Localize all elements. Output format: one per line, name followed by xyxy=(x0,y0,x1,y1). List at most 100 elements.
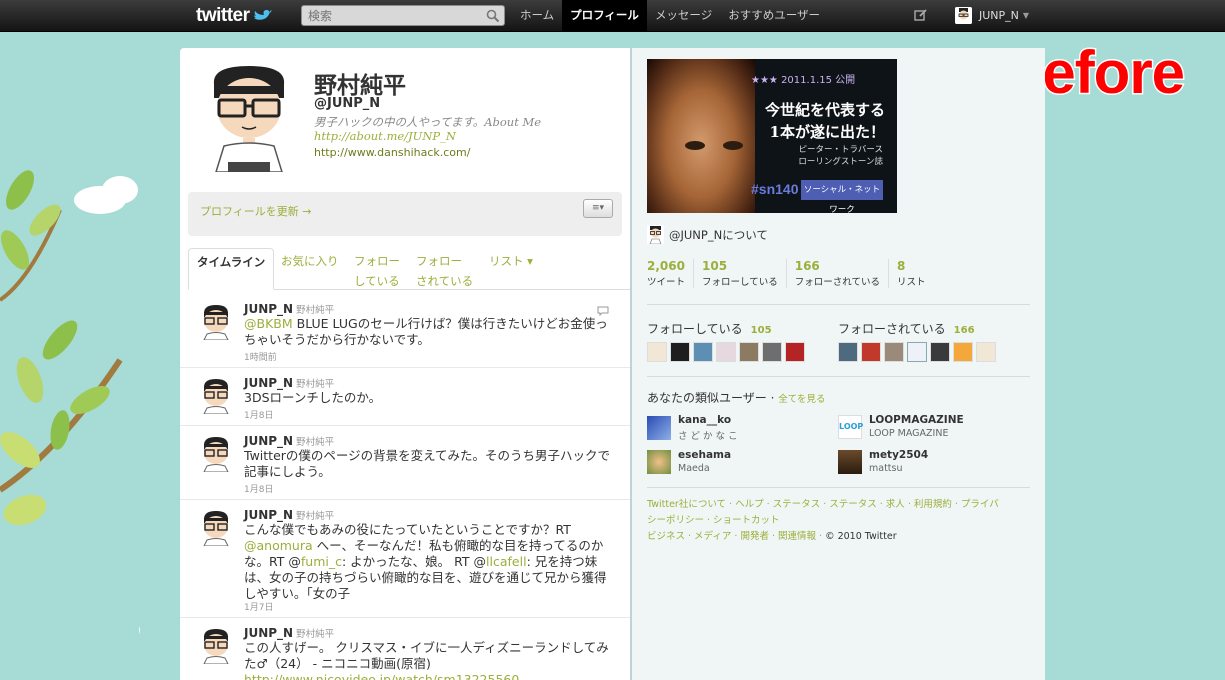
tweet-username[interactable]: JUNP_N xyxy=(244,302,293,316)
tweet-time[interactable]: 1月8日 xyxy=(244,482,273,495)
tab-lists[interactable]: リスト ▾ xyxy=(489,248,533,290)
similar-user-realname: mattsu xyxy=(869,463,903,474)
similar-user[interactable]: LOOP LOOPMAGAZINE LOOP MAGAZINE xyxy=(838,414,964,439)
tweet-time[interactable]: 1月7日 xyxy=(244,600,273,613)
follower-avatar[interactable] xyxy=(907,342,927,362)
following-avatar[interactable] xyxy=(693,342,713,362)
similar-user[interactable]: mety2504 mattsu xyxy=(838,449,928,474)
promo-button[interactable]: ソーシャル・ネットワーク xyxy=(801,180,883,213)
stat-label: リスト xyxy=(896,277,926,288)
following-avatar[interactable] xyxy=(785,342,805,362)
tab-label: リスト ▾ xyxy=(489,254,533,268)
user-avatar xyxy=(955,7,972,24)
tweet-avatar[interactable] xyxy=(198,628,234,664)
tweet-item[interactable]: JUNP_N 野村純平 この人すげー。 クリスマス・イブに一人ディズニーランドして… xyxy=(180,618,630,680)
movie-promo-banner[interactable]: ★★★ 2011.1.15 公開 今世紀を代表する 1本が遂に出た！ ピーター・ト… xyxy=(647,59,897,213)
tweet-time[interactable]: 1月8日 xyxy=(244,408,273,421)
tweet-item[interactable]: JUNP_N 野村純平 こんな僕でもあみの役にたっていたということですか？RT @… xyxy=(180,500,630,618)
tweet-time[interactable]: 1時間前 xyxy=(244,350,277,363)
similar-user[interactable]: esehama Maeda xyxy=(647,449,731,474)
following-avatar[interactable] xyxy=(716,342,736,362)
nav-suggested-users[interactable]: おすすめユーザー xyxy=(720,0,828,32)
search-icon[interactable] xyxy=(486,9,500,23)
similar-user[interactable]: kana__ko さ ど か な こ xyxy=(647,414,738,442)
promo-hashtag: #sn140 xyxy=(751,181,799,197)
mention-link[interactable]: @BKBM xyxy=(244,316,293,331)
stat-following[interactable]: 105 フォローしている xyxy=(693,259,786,288)
mention-link[interactable]: @anomura xyxy=(244,538,313,553)
footer-line[interactable]: シーポリシー · ショートカット xyxy=(647,515,780,526)
similar-user-name[interactable]: kana__ko xyxy=(678,414,738,426)
tweet-avatar[interactable] xyxy=(198,304,234,340)
stat-tweets[interactable]: 2,060 ツイート xyxy=(647,259,693,288)
tweet-username[interactable]: JUNP_N xyxy=(244,376,293,390)
follower-avatar[interactable] xyxy=(953,342,973,362)
follower-avatar[interactable] xyxy=(838,342,858,362)
following-avatar[interactable] xyxy=(739,342,759,362)
search-box xyxy=(301,5,505,26)
tweet-item[interactable]: JUNP_N 野村純平 Twitterの僕のページの背景を変えてみた。そのうち男子… xyxy=(180,426,630,500)
mention-link[interactable]: fumi_c xyxy=(301,554,342,569)
tweet-username[interactable]: JUNP_N xyxy=(244,434,293,448)
divider xyxy=(647,376,1030,377)
follower-avatar[interactable] xyxy=(930,342,950,362)
mention-link[interactable]: llcafell xyxy=(486,554,527,569)
tweet-item[interactable]: JUNP_N 野村純平 3DSローンチしたのか。 1月8日 xyxy=(180,368,630,426)
tweet-realname: 野村純平 xyxy=(296,379,335,390)
similar-user-name[interactable]: esehama xyxy=(678,449,731,461)
chevron-down-icon: ▼ xyxy=(1022,11,1030,20)
twitter-logo[interactable]: twitter xyxy=(196,5,272,27)
user-menu[interactable]: JUNP_N ▼ xyxy=(955,7,1029,24)
tweet-username[interactable]: JUNP_N xyxy=(244,508,293,522)
similar-user-name[interactable]: LOOPMAGAZINE xyxy=(869,414,964,426)
following-avatar[interactable] xyxy=(762,342,782,362)
tab-timeline[interactable]: タイムライン xyxy=(188,248,275,290)
actions-menu-button[interactable]: ≡▾ xyxy=(583,199,613,218)
bio-link[interactable]: http://about.me/JUNP_N xyxy=(314,129,456,143)
nav-profile[interactable]: プロフィール xyxy=(562,0,647,32)
footer-line[interactable]: Twitter社について · ヘルプ · ステータス · ステータス · 求人 … xyxy=(647,499,999,510)
stat-followers[interactable]: 166 フォローされている xyxy=(785,259,888,288)
promo-headline: 今世紀を代表する 1本が遂に出た！ xyxy=(755,99,885,143)
footer-line[interactable]: ビジネス · メディア · 開発者 · 関連情報 · xyxy=(647,531,825,542)
tweet-link[interactable]: http://www.nicovideo.jp/watch/sm13225560 xyxy=(244,672,519,680)
promo-photo-eye xyxy=(723,141,743,150)
copyright: © 2010 Twitter xyxy=(825,531,897,542)
following-avatar[interactable] xyxy=(670,342,690,362)
tweet-item[interactable]: JUNP_N 野村純平 @BKBM BLUE LUGのセール行けば？僕は行きたいけ… xyxy=(180,294,630,368)
follower-avatar[interactable] xyxy=(884,342,904,362)
tweet-body: : よかったな、娘。 RT @ xyxy=(342,554,487,569)
tweet-avatar[interactable] xyxy=(198,436,234,472)
tweet-header: JUNP_N 野村純平 xyxy=(244,508,334,522)
followers-count[interactable]: 166 xyxy=(954,325,975,336)
profile-url[interactable]: http://www.danshihack.com/ xyxy=(314,146,470,159)
tweet-avatar[interactable] xyxy=(198,510,234,546)
compose-icon[interactable] xyxy=(914,8,928,22)
user-menu-name: JUNP_N xyxy=(979,9,1019,22)
nav-home[interactable]: ホーム xyxy=(512,0,562,32)
footer-links[interactable]: Twitter社について · ヘルプ · ステータス · ステータス · 求人 … xyxy=(647,497,1027,545)
follower-avatar[interactable] xyxy=(861,342,881,362)
stat-label: ツイート xyxy=(647,277,686,288)
tab-following[interactable]: フォロー している xyxy=(354,248,400,290)
similar-user-name[interactable]: mety2504 xyxy=(869,449,928,461)
tweet-avatar[interactable] xyxy=(198,378,234,414)
promo-credit: ピーター・トラバース ローリングストーン誌 xyxy=(759,144,883,168)
search-input[interactable] xyxy=(302,6,482,25)
stat-lists[interactable]: 8 リスト xyxy=(887,259,934,288)
tab-followers[interactable]: フォロー されている xyxy=(416,248,473,290)
following-avatar[interactable] xyxy=(647,342,667,362)
see-all-link[interactable]: 全てを見る xyxy=(778,394,825,405)
profile-bio: 男子ハックの中の人やってます。About Me xyxy=(314,115,542,129)
profile-edit-box: プロフィールを更新 → ≡▾ xyxy=(188,192,622,236)
similar-user-avatar xyxy=(838,449,862,474)
profile-avatar[interactable] xyxy=(202,64,296,172)
tweet-username[interactable]: JUNP_N xyxy=(244,626,293,640)
tab-favorites[interactable]: お気に入り xyxy=(281,248,339,290)
following-count[interactable]: 105 xyxy=(751,325,772,336)
divider xyxy=(647,304,1030,305)
list-menu-icon: ≡▾ xyxy=(591,203,605,213)
follower-avatar[interactable] xyxy=(976,342,996,362)
nav-messages[interactable]: メッセージ xyxy=(647,0,720,32)
edit-profile-link[interactable]: プロフィールを更新 → xyxy=(200,203,312,219)
